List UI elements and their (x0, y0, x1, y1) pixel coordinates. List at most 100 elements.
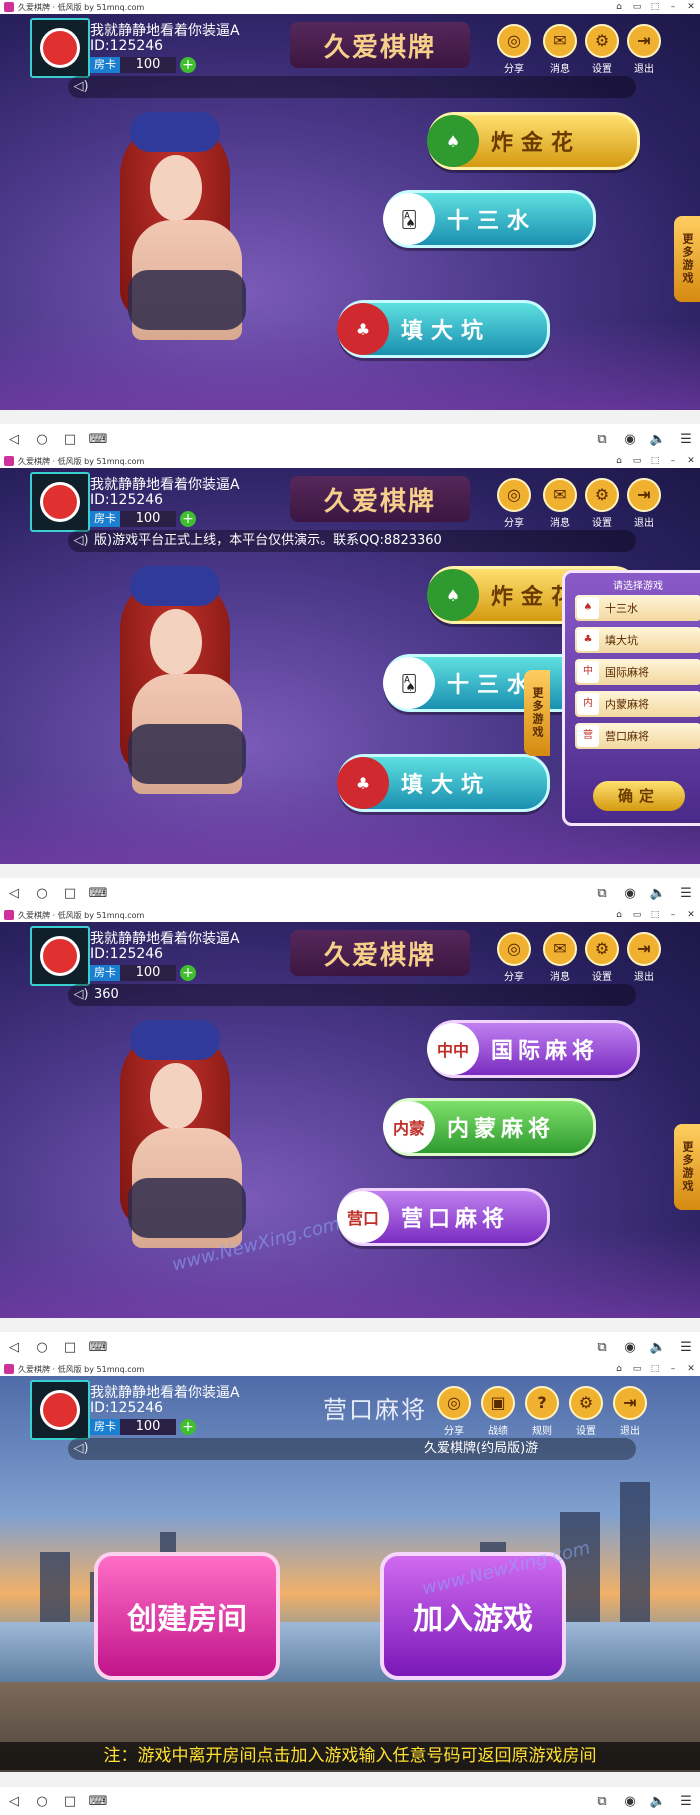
avatar[interactable] (30, 1380, 90, 1440)
game-button-tiandakeng[interactable]: ♣ 填大坑 (337, 754, 550, 812)
home-window-icon[interactable]: ⌂ (610, 1364, 628, 1374)
message-button[interactable]: ✉ 消息 (542, 478, 578, 529)
restore-icon[interactable]: ⬚ (646, 2, 664, 12)
back-icon[interactable]: ◁ (0, 1340, 28, 1355)
rules-button[interactable]: ? 规则 (524, 1386, 560, 1437)
restore-icon[interactable]: ⬚ (646, 456, 664, 466)
minimize-icon[interactable]: ▭ (628, 910, 646, 920)
close-icon[interactable]: ✕ (682, 910, 700, 920)
popup-item-neimengmajiang[interactable]: 内内蒙麻将 (575, 691, 700, 717)
home-icon[interactable]: ○ (28, 886, 56, 901)
more-games-tab[interactable]: 更多游戏 (524, 670, 550, 756)
close-icon[interactable]: ✕ (682, 1364, 700, 1374)
announcement-marquee: ◁) 久爱棋牌(约局版)游 (68, 1438, 636, 1460)
close-icon[interactable]: ✕ (682, 456, 700, 466)
app-icon (4, 456, 14, 466)
recent-apps-icon[interactable]: □ (56, 886, 84, 901)
popup-item-yingkoumajiang[interactable]: 营营口麻将 (575, 723, 700, 749)
keyboard-icon[interactable]: ⌨ (84, 1340, 112, 1355)
brand-logo: 久爱棋牌 (290, 930, 470, 976)
minimize-button[interactable]: – (664, 2, 682, 12)
recent-apps-icon[interactable]: □ (56, 1340, 84, 1355)
eye-icon[interactable]: ◉ (616, 432, 644, 447)
menu-icon[interactable]: ☰ (672, 886, 700, 901)
multi-window-icon[interactable]: ⧉ (588, 1340, 616, 1355)
multi-window-icon[interactable]: ⧉ (588, 432, 616, 447)
home-window-icon[interactable]: ⌂ (610, 456, 628, 466)
avatar[interactable] (30, 18, 90, 78)
back-icon[interactable]: ◁ (0, 886, 28, 901)
minimize-button[interactable]: – (664, 1364, 682, 1374)
exit-button[interactable]: ⇥ 退出 (626, 24, 662, 75)
game-button-shisanshui[interactable]: 🂡 十三水 (383, 190, 596, 248)
avatar[interactable] (30, 472, 90, 532)
close-icon[interactable]: ✕ (682, 2, 700, 12)
back-icon[interactable]: ◁ (0, 1794, 28, 1809)
game-button-zhajinhua[interactable]: ♠ 炸金花 (427, 112, 640, 170)
settings-button[interactable]: ⚙ 设置 (584, 932, 620, 983)
exit-button[interactable]: ⇥ 退出 (612, 1386, 648, 1437)
home-window-icon[interactable]: ⌂ (610, 910, 628, 920)
add-card-button[interactable]: + (180, 511, 196, 527)
keyboard-icon[interactable]: ⌨ (84, 886, 112, 901)
eye-icon[interactable]: ◉ (616, 886, 644, 901)
player-id: ID:125246 (90, 492, 164, 508)
minimize-button[interactable]: – (664, 456, 682, 466)
share-button[interactable]: ◎ 分享 (496, 478, 532, 529)
menu-icon[interactable]: ☰ (672, 1794, 700, 1809)
home-icon[interactable]: ○ (28, 432, 56, 447)
popup-item-guojimajiang[interactable]: 中国际麻将 (575, 659, 700, 685)
multi-window-icon[interactable]: ⧉ (588, 1794, 616, 1809)
exit-button[interactable]: ⇥ 退出 (626, 478, 662, 529)
eye-icon[interactable]: ◉ (616, 1794, 644, 1809)
create-room-button[interactable]: 创建房间 (94, 1552, 280, 1680)
avatar[interactable] (30, 926, 90, 986)
more-games-tab[interactable]: 更多游戏 (674, 216, 700, 302)
minimize-button[interactable]: – (664, 910, 682, 920)
volume-icon[interactable]: 🔈 (644, 1340, 672, 1355)
add-card-button[interactable]: + (180, 965, 196, 981)
settings-button[interactable]: ⚙ 设置 (568, 1386, 604, 1437)
record-button[interactable]: ▣ 战绩 (480, 1386, 516, 1437)
recent-apps-icon[interactable]: □ (56, 1794, 84, 1809)
popup-item-tiandakeng[interactable]: ♣ 填大坑 (575, 627, 700, 653)
add-card-button[interactable]: + (180, 1419, 196, 1435)
message-button[interactable]: ✉ 消息 (542, 932, 578, 983)
back-icon[interactable]: ◁ (0, 432, 28, 447)
home-icon[interactable]: ○ (28, 1794, 56, 1809)
volume-icon[interactable]: 🔈 (644, 886, 672, 901)
restore-icon[interactable]: ⬚ (646, 910, 664, 920)
game-button-guojimajiang[interactable]: 中中 国际麻将 (427, 1020, 640, 1078)
volume-icon[interactable]: 🔈 (644, 1794, 672, 1809)
restore-icon[interactable]: ⬚ (646, 1364, 664, 1374)
game-button-tiandakeng[interactable]: ♣ 填大坑 (337, 300, 550, 358)
message-button[interactable]: ✉ 消息 (542, 24, 578, 75)
minimize-icon[interactable]: ▭ (628, 2, 646, 12)
minimize-icon[interactable]: ▭ (628, 456, 646, 466)
add-card-button[interactable]: + (180, 57, 196, 73)
more-games-tab[interactable]: 更多游戏 (674, 1124, 700, 1210)
multi-window-icon[interactable]: ⧉ (588, 886, 616, 901)
keyboard-icon[interactable]: ⌨ (84, 432, 112, 447)
eye-icon[interactable]: ◉ (616, 1340, 644, 1355)
envelope-icon: ✉ (543, 24, 577, 58)
share-button[interactable]: ◎ 分享 (436, 1386, 472, 1437)
minimize-icon[interactable]: ▭ (628, 1364, 646, 1374)
share-button[interactable]: ◎ 分享 (496, 24, 532, 75)
volume-icon[interactable]: 🔈 (644, 432, 672, 447)
home-icon[interactable]: ○ (28, 1340, 56, 1355)
game-button-neimengmajiang[interactable]: 内蒙 内蒙麻将 (383, 1098, 596, 1156)
settings-button[interactable]: ⚙ 设置 (584, 478, 620, 529)
popup-item-shisanshui[interactable]: ♠ 十三水 (575, 595, 700, 621)
home-window-icon[interactable]: ⌂ (610, 2, 628, 12)
mahjong-tile-icon: 营口 (337, 1191, 389, 1243)
recent-apps-icon[interactable]: □ (56, 432, 84, 447)
game-button-yingkoumajiang[interactable]: 营口 营口麻将 (337, 1188, 550, 1246)
keyboard-icon[interactable]: ⌨ (84, 1794, 112, 1809)
menu-icon[interactable]: ☰ (672, 432, 700, 447)
confirm-button[interactable]: 确定 (593, 781, 685, 811)
menu-icon[interactable]: ☰ (672, 1340, 700, 1355)
share-button[interactable]: ◎ 分享 (496, 932, 532, 983)
settings-button[interactable]: ⚙ 设置 (584, 24, 620, 75)
exit-button[interactable]: ⇥ 退出 (626, 932, 662, 983)
